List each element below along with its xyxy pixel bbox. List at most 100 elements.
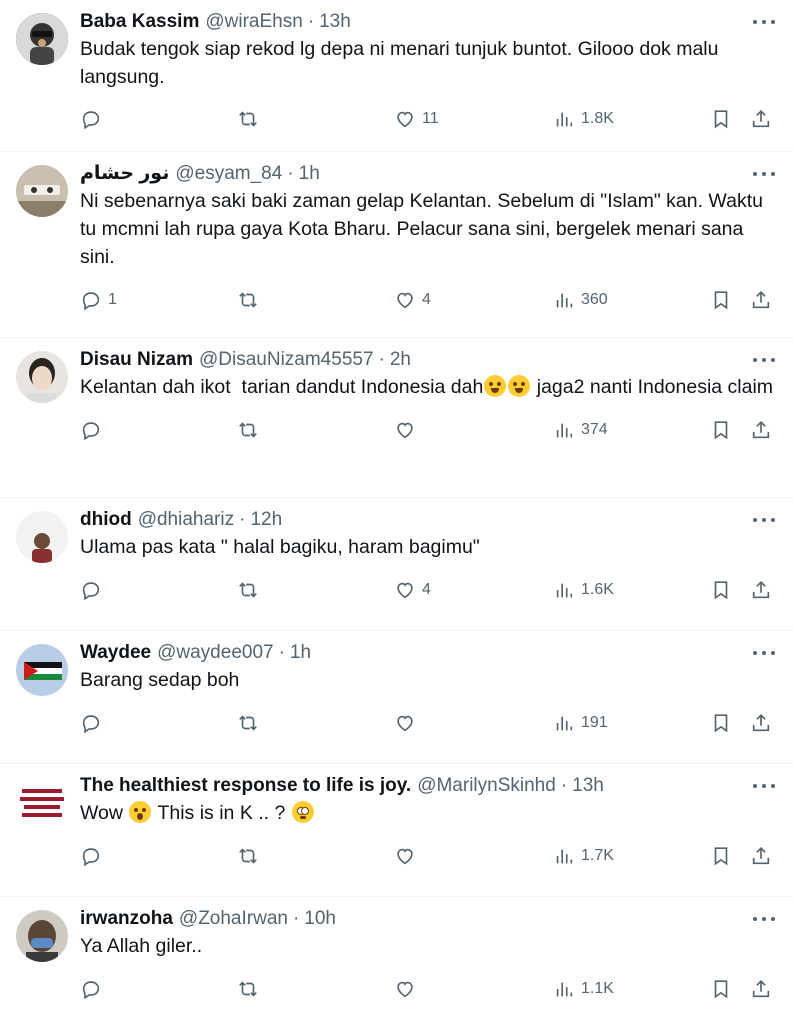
display-name[interactable]: نور حشام [80,162,169,186]
tweet[interactable]: The healthiest response to life is joy. … [0,764,793,897]
reply-button[interactable]: 1 [80,289,117,311]
retweet-button[interactable] [237,108,265,130]
reply-button[interactable] [80,845,108,867]
heart-icon [397,111,413,128]
user-handle[interactable]: @DisauNizam45557 [199,348,374,372]
timestamp[interactable]: 10h [304,907,336,931]
views-button[interactable]: 360 [553,289,608,311]
display-name[interactable]: Disau Nizam [80,348,193,372]
heart-icon [397,582,413,599]
share-button[interactable] [750,845,772,867]
display-name[interactable]: irwanzoha [80,907,173,931]
views-button[interactable]: 191 [553,712,608,734]
avatar-image [16,13,68,65]
avatar[interactable] [16,165,68,217]
display-name[interactable]: The healthiest response to life is joy. [80,774,411,798]
retweet-icon [239,582,257,598]
retweet-button[interactable] [237,289,265,311]
tweet[interactable]: Waydee @waydee007 · 1h Barang sedap boh [0,631,793,764]
like-button[interactable] [394,978,422,1000]
more-options-button[interactable] [753,909,775,929]
more-options-button[interactable] [753,643,775,663]
more-options-button[interactable] [753,776,775,796]
more-icon-dot [762,784,766,788]
user-handle[interactable]: @ZohaIrwan [179,907,288,931]
bookmark-button[interactable] [710,289,732,311]
views-button[interactable]: 1.6K [553,579,614,601]
retweet-button[interactable] [237,978,265,1000]
share-button[interactable] [750,289,772,311]
reply-button[interactable] [80,712,108,734]
like-button[interactable] [394,712,422,734]
bookmark-button[interactable] [710,579,732,601]
more-options-button[interactable] [753,510,775,530]
avatar[interactable] [16,910,68,962]
reply-button[interactable] [80,419,108,441]
user-handle[interactable]: @esyam_84 [175,162,282,186]
user-handle[interactable]: @wiraEhsn [205,10,302,34]
timestamp[interactable]: 2h [390,348,411,372]
views-button[interactable]: 1.8K [553,108,614,130]
tweet[interactable]: dhiod @dhiahariz · 12h Ulama pas kata " … [0,498,793,631]
avatar[interactable] [16,777,68,829]
reply-button[interactable] [80,978,108,1000]
timestamp[interactable]: 13h [319,10,351,34]
timestamp[interactable]: 13h [572,774,604,798]
retweet-button[interactable] [237,579,265,601]
bookmark-button[interactable] [710,978,732,1000]
tweet[interactable]: irwanzoha @ZohaIrwan · 10h Ya Allah gile… [0,897,793,1024]
tweet-text-part: Kelantan dah ikot tarian dandut Indonesi… [80,376,484,398]
retweet-button[interactable] [237,845,265,867]
like-button[interactable]: 4 [394,579,431,601]
share-button[interactable] [750,978,772,1000]
display-name[interactable]: dhiod [80,508,132,532]
retweet-button[interactable] [237,712,265,734]
tweet-text-part: Wow [80,802,129,824]
views-button[interactable]: 1.7K [553,845,614,867]
like-button[interactable]: 11 [394,108,439,130]
reply-button[interactable] [80,579,108,601]
tweet[interactable]: Baba Kassim @wiraEhsn · 13h Budak tengok… [0,0,793,152]
tweet[interactable]: Disau Nizam @DisauNizam45557 · 2h Kelant… [0,338,793,498]
timestamp[interactable]: 12h [250,508,282,532]
display-name[interactable]: Waydee [80,641,151,665]
bookmark-button[interactable] [710,712,732,734]
avatar-image [16,511,68,563]
like-button[interactable] [394,419,422,441]
reply-button[interactable] [80,108,108,130]
views-button[interactable]: 374 [553,419,608,441]
astonished-emoji-icon [129,801,152,823]
avatar[interactable] [16,13,68,65]
tweet-text: Ni sebenarnya saki baki zaman gelap Kela… [80,190,769,268]
like-button[interactable]: 4 [394,289,431,311]
tweet[interactable]: نور حشام @esyam_84 · 1h Ni sebenarnya sa… [0,152,793,338]
bookmark-icon [714,980,728,999]
timestamp[interactable]: 1h [290,641,311,665]
bookmark-button[interactable] [710,845,732,867]
bookmark-button[interactable] [710,419,732,441]
retweet-button[interactable] [237,419,265,441]
share-button[interactable] [750,579,772,601]
heart-icon [397,292,413,309]
more-options-button[interactable] [753,350,775,370]
user-handle[interactable]: @MarilynSkinhd [417,774,556,798]
avatar[interactable] [16,511,68,563]
avatar[interactable] [16,351,68,403]
views-icon [556,112,573,127]
user-handle[interactable]: @dhiahariz [138,508,234,532]
avatar[interactable] [16,644,68,696]
timestamp[interactable]: 1h [299,162,320,186]
more-options-button[interactable] [753,164,775,184]
share-button[interactable] [750,419,772,441]
display-name[interactable]: Baba Kassim [80,10,199,34]
bookmark-button[interactable] [710,108,732,130]
share-button[interactable] [750,712,772,734]
user-handle[interactable]: @waydee007 [157,641,273,665]
share-button[interactable] [750,108,772,130]
views-icon [556,849,573,864]
more-options-button[interactable] [753,12,775,32]
views-button[interactable]: 1.1K [553,978,614,1000]
like-button[interactable] [394,845,422,867]
more-icon-dot [771,20,775,24]
bookmark-icon [714,581,728,600]
